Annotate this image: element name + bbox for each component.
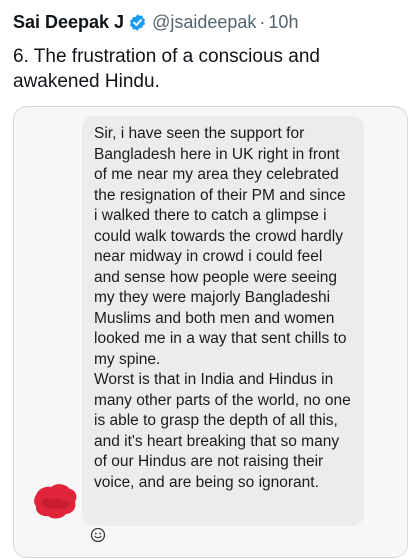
tweet-media-image[interactable]: Sir, i have seen the support for Banglad…: [13, 106, 408, 558]
message-text: Sir, i have seen the support for Banglad…: [94, 125, 351, 491]
author-handle[interactable]: @jsaideepak: [152, 12, 256, 33]
tweet-text: 6. The frustration of a conscious and aw…: [13, 46, 320, 92]
tweet-timestamp[interactable]: 10h: [268, 12, 298, 33]
tweet-header: Sai Deepak J @jsaideepak · 10h: [13, 12, 298, 33]
add-emoji-reaction-icon[interactable]: [90, 527, 106, 543]
verified-badge-icon: [130, 14, 146, 31]
separator-dot: ·: [259, 12, 266, 32]
redacted-avatar-icon: [34, 484, 77, 519]
message-bubble: Sir, i have seen the support for Banglad…: [82, 116, 364, 526]
author-name[interactable]: Sai Deepak J: [13, 12, 124, 33]
